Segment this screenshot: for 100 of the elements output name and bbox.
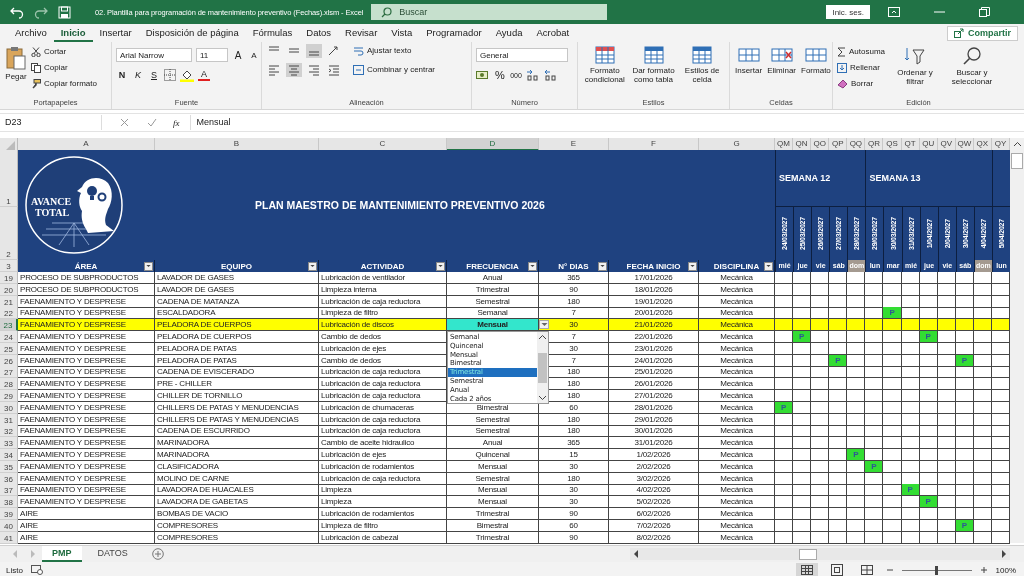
menu-tab[interactable]: Fórmulas [245,24,300,42]
styles-button[interactable]: Formato condicional [582,44,628,87]
menu-tab[interactable]: Archivo [8,24,54,42]
horizontal-align-icon[interactable] [306,63,322,77]
increase-decimal-icon[interactable] [526,69,540,81]
currency-icon[interactable] [476,69,490,81]
save-icon[interactable] [58,5,71,19]
filter-button[interactable] [688,261,697,271]
borders-icon[interactable] [164,69,176,81]
table-cell[interactable]: Anual [447,272,539,284]
autosum-button[interactable]: Autosuma [837,45,886,58]
restore-icon[interactable] [979,7,990,17]
menu-tab[interactable]: Datos [299,24,339,42]
percent-button[interactable]: % [494,68,506,82]
increase-font-button[interactable]: A [232,48,244,62]
filter-button[interactable] [528,261,537,271]
merge-center-button[interactable]: Combinar y centrar [353,63,436,76]
clear-button[interactable]: Borrar [837,77,886,90]
fill-color-icon[interactable] [180,68,194,82]
editing-button[interactable]: Buscar y seleccionar [945,44,1000,89]
table-cell[interactable]: Semestral [447,413,539,426]
zoom-in-icon[interactable] [979,566,988,575]
insert-function-button[interactable]: fx [173,117,180,128]
row-header[interactable]: 37 [0,484,18,497]
menu-tab[interactable]: Acrobat [529,24,577,42]
decrease-decimal-icon[interactable] [544,69,558,81]
filter-button[interactable] [308,261,317,271]
decrease-font-button[interactable]: A [248,48,260,62]
filter-button[interactable] [144,261,153,271]
formula-field[interactable]: Mensual [189,115,1024,130]
undo-icon[interactable] [10,5,24,19]
horizontal-scrollbar[interactable] [630,548,1010,561]
zoom-level[interactable]: 100% [995,565,1016,575]
scroll-left-icon[interactable] [633,550,639,559]
zoom-slider-thumb[interactable] [935,565,939,575]
macro-recording-icon[interactable] [30,565,43,576]
row-header[interactable]: 3 [0,260,18,272]
wrap-text-button[interactable]: Ajustar texto [353,44,436,57]
sign-in-button[interactable]: Inic. ses. [826,5,870,19]
table-cell[interactable]: Mensual [447,484,539,497]
editing-button[interactable]: Ordenar y filtrar [888,44,943,89]
share-button[interactable]: Compartir [947,25,1018,41]
bold-button[interactable]: N [116,68,128,82]
row-header[interactable]: 33 [0,437,18,450]
cancel-icon[interactable] [120,118,129,127]
menu-tab[interactable]: Vista [384,24,420,42]
format-painter-button[interactable]: Copiar formato [31,77,97,90]
row-header[interactable]: 23 [0,319,18,332]
sheet-tab[interactable]: DATOS [87,546,138,563]
table-cell[interactable]: Anual [447,437,539,450]
cells-button[interactable]: Insertar [734,44,764,78]
row-header[interactable]: 22 [0,307,18,320]
row-header[interactable]: 19 [0,272,18,284]
menu-tab[interactable]: Revisar [338,24,385,42]
row-header[interactable]: 38 [0,496,18,509]
cut-button[interactable]: Cortar [31,45,97,58]
check-icon[interactable] [147,118,157,127]
table-cell[interactable]: Trimestral [447,507,539,520]
table-cell[interactable]: Semestral [447,425,539,438]
redo-icon[interactable] [34,5,48,19]
table-cell[interactable]: Semestral [447,295,539,308]
menu-tab[interactable]: Programador [419,24,489,42]
scroll-right-icon[interactable] [1001,550,1007,559]
indent-icon[interactable] [326,63,342,77]
scroll-down-icon[interactable] [538,395,547,401]
paste-button[interactable]: Pegar [4,44,28,84]
table-cell[interactable]: Trimestral [447,283,539,296]
add-sheet-icon[interactable] [151,548,164,561]
table-cell[interactable]: Semestral [447,472,539,485]
cells-button[interactable]: Eliminar [766,44,798,78]
scroll-up-icon[interactable] [538,334,547,340]
font-family-select[interactable]: Arial Narrow [116,48,192,62]
copy-button[interactable]: Copiar [31,61,97,74]
scroll-thumb[interactable] [538,352,547,383]
filter-button[interactable] [764,261,773,271]
menu-tab[interactable]: Disposición de página [138,24,246,42]
table-cell[interactable]: Mensual [447,319,539,332]
name-box[interactable]: D23 [0,115,102,130]
menu-tab[interactable]: Insertar [92,24,139,42]
dropdown-button[interactable] [539,320,549,330]
row-header[interactable]: 1 [0,150,18,207]
scroll-thumb[interactable] [798,549,817,561]
scroll-up-icon[interactable] [1012,141,1022,147]
horizontal-align-icon[interactable] [266,63,282,77]
ribbon-display-icon[interactable] [888,7,900,17]
fill-button[interactable]: Rellenar [837,61,886,74]
table-cell[interactable]: Mensual [447,460,539,473]
search-field[interactable]: Buscar [371,4,608,20]
styles-button[interactable]: Estilos de celda [679,44,725,87]
scroll-thumb[interactable] [1011,153,1023,169]
row-header[interactable]: 27 [0,366,18,379]
underline-button[interactable]: S [148,68,160,82]
table-cell[interactable]: Quincenal [447,448,539,461]
filter-button[interactable] [598,261,607,271]
styles-button[interactable]: Dar formato como tabla [630,44,677,87]
row-header[interactable]: 28 [0,378,18,391]
scrollbar[interactable] [537,332,548,403]
row-header[interactable]: 32 [0,425,18,438]
table-cell[interactable]: Bimestral [447,519,539,532]
row-header[interactable]: 2 [0,207,18,260]
